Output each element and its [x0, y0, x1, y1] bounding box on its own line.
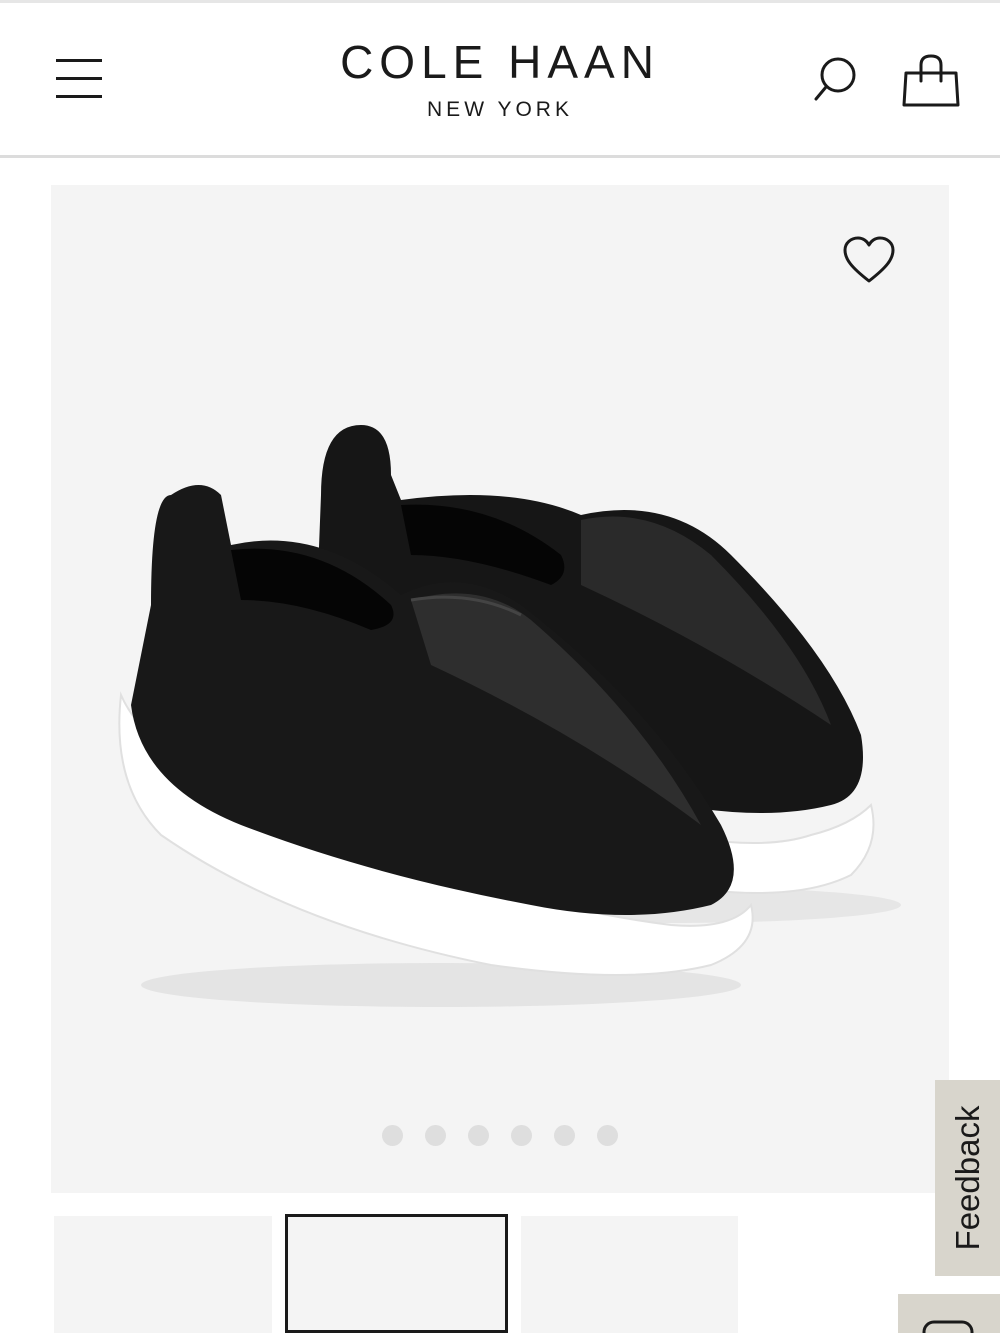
- gallery-dot-4[interactable]: [511, 1125, 532, 1146]
- search-button[interactable]: [808, 55, 864, 107]
- gallery-dot-6[interactable]: [597, 1125, 618, 1146]
- product-image-slip-on-shoes: [118, 425, 901, 1007]
- thumbnail-1[interactable]: [54, 1216, 272, 1333]
- bag-button[interactable]: [900, 53, 962, 111]
- feedback-button[interactable]: Feedback: [935, 1080, 1000, 1276]
- site-header: COLE HAAN NEW YORK: [0, 3, 1000, 158]
- gallery-dot-3[interactable]: [468, 1125, 489, 1146]
- shopping-bag-icon: [902, 54, 960, 107]
- product-image-gallery[interactable]: [51, 185, 949, 1193]
- thumbnail-3[interactable]: [521, 1216, 738, 1333]
- wishlist-button[interactable]: [841, 235, 897, 287]
- gallery-dot-5[interactable]: [554, 1125, 575, 1146]
- menu-bar-middle: [56, 77, 102, 80]
- heart-outline-icon: [843, 236, 895, 283]
- gallery-pagination: [51, 1125, 949, 1149]
- search-icon: [814, 57, 856, 101]
- chat-icon: [922, 1320, 974, 1333]
- menu-button[interactable]: [52, 53, 108, 103]
- gallery-dot-2[interactable]: [425, 1125, 446, 1146]
- brand-logo[interactable]: COLE HAAN NEW YORK: [300, 35, 700, 127]
- gallery-dot-1[interactable]: [382, 1125, 403, 1146]
- menu-bar-top: [56, 59, 102, 62]
- chat-button[interactable]: [898, 1294, 1000, 1333]
- menu-bar-bottom: [56, 95, 102, 98]
- feedback-label: Feedback: [948, 1105, 986, 1251]
- logo-main-text: COLE HAAN: [340, 36, 660, 88]
- thumbnail-2[interactable]: [285, 1214, 508, 1333]
- logo-sub-text: NEW YORK: [427, 98, 573, 121]
- thumbnail-strip: [54, 1214, 754, 1333]
